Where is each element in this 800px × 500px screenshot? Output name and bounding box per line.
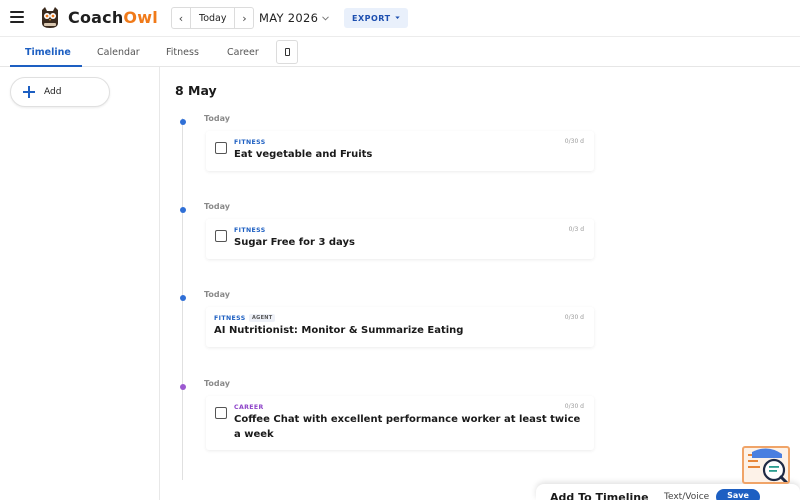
- timeline-card[interactable]: FITNESS AGENT 0/30 d AI Nutritionist: Mo…: [206, 307, 594, 347]
- entry-title-line1: Coffee Chat with excellent performance w…: [234, 414, 581, 425]
- complete-checkbox[interactable]: [215, 142, 227, 154]
- day-heading: 8 May: [175, 83, 217, 98]
- add-to-timeline-panel: Add To Timeline Text/Voice Save: [536, 484, 800, 500]
- owl-logo-icon: [42, 7, 58, 28]
- today-button[interactable]: Today: [190, 8, 236, 28]
- entry-day-label: Today: [204, 290, 230, 299]
- progress-text: 0/30 d: [564, 403, 584, 410]
- sidebar: Add: [0, 67, 160, 500]
- input-mode-label[interactable]: Text/Voice: [664, 492, 709, 500]
- tab-overflow-button[interactable]: [276, 40, 298, 64]
- progress-text: 0/3 d: [568, 226, 584, 233]
- entry-title: Eat vegetable and Fruits: [234, 149, 373, 160]
- chevron-down-icon: [394, 16, 400, 19]
- timeline-dot: [180, 384, 186, 390]
- tab-career[interactable]: Career: [227, 37, 259, 67]
- plus-icon: [23, 86, 35, 98]
- timeline-dot: [180, 119, 186, 125]
- assistant-chat-button[interactable]: [742, 446, 790, 484]
- category-tag: FITNESS: [214, 315, 246, 322]
- save-button[interactable]: Save: [716, 489, 760, 500]
- entry-day-label: Today: [204, 379, 230, 388]
- tab-calendar[interactable]: Calendar: [97, 37, 140, 67]
- timeline-card[interactable]: FITNESS 0/30 d Eat vegetable and Fruits: [206, 131, 594, 171]
- brand-name-part2: Owl: [123, 8, 158, 27]
- date-navigator: ‹ Today ›: [171, 7, 255, 29]
- category-tag: CAREER: [234, 404, 264, 411]
- chat-search-icon: [748, 448, 788, 482]
- entry-title: AI Nutritionist: Monitor & Summarize Eat…: [214, 325, 464, 336]
- entry-title: Sugar Free for 3 days: [234, 237, 355, 248]
- timeline-card[interactable]: FITNESS 0/3 d Sugar Free for 3 days: [206, 219, 594, 259]
- category-tag: FITNESS: [234, 227, 266, 234]
- export-button[interactable]: EXPORT: [344, 8, 408, 28]
- tab-timeline[interactable]: Timeline: [25, 37, 71, 67]
- progress-text: 0/30 d: [564, 314, 584, 321]
- menu-icon[interactable]: [10, 10, 24, 24]
- complete-checkbox[interactable]: [215, 230, 227, 242]
- entry-day-label: Today: [204, 114, 230, 123]
- prev-button[interactable]: ‹: [172, 8, 190, 28]
- entry-day-label: Today: [204, 202, 230, 211]
- chevron-down-icon: [322, 15, 330, 21]
- add-to-timeline-title: Add To Timeline: [550, 491, 649, 500]
- next-button[interactable]: ›: [235, 8, 253, 28]
- agent-badge: AGENT: [249, 314, 276, 322]
- tab-overflow-icon: [284, 48, 290, 56]
- month-selector[interactable]: MAY 2026: [259, 11, 330, 25]
- progress-text: 0/30 d: [564, 138, 584, 145]
- timeline-dot: [180, 295, 186, 301]
- complete-checkbox[interactable]: [215, 407, 227, 419]
- brand-name-part1: Coach: [68, 8, 124, 27]
- tab-bar: Timeline Calendar Fitness Career: [0, 36, 800, 67]
- category-tag: FITNESS: [234, 139, 266, 146]
- entry-title-line2: a week: [234, 429, 274, 440]
- add-button[interactable]: Add: [10, 77, 110, 107]
- app-root: CoachOwl ‹ Today › MAY 2026 EXPORT Timel…: [0, 0, 800, 500]
- tab-fitness[interactable]: Fitness: [166, 37, 199, 67]
- brand-name: CoachOwl: [68, 8, 158, 27]
- top-header: CoachOwl ‹ Today › MAY 2026 EXPORT: [0, 0, 800, 36]
- month-label: MAY 2026: [259, 11, 319, 25]
- timeline-dot: [180, 207, 186, 213]
- export-label: EXPORT: [352, 13, 391, 23]
- timeline-card[interactable]: CAREER 0/30 d Coffee Chat with excellent…: [206, 396, 594, 450]
- add-button-label: Add: [44, 87, 62, 97]
